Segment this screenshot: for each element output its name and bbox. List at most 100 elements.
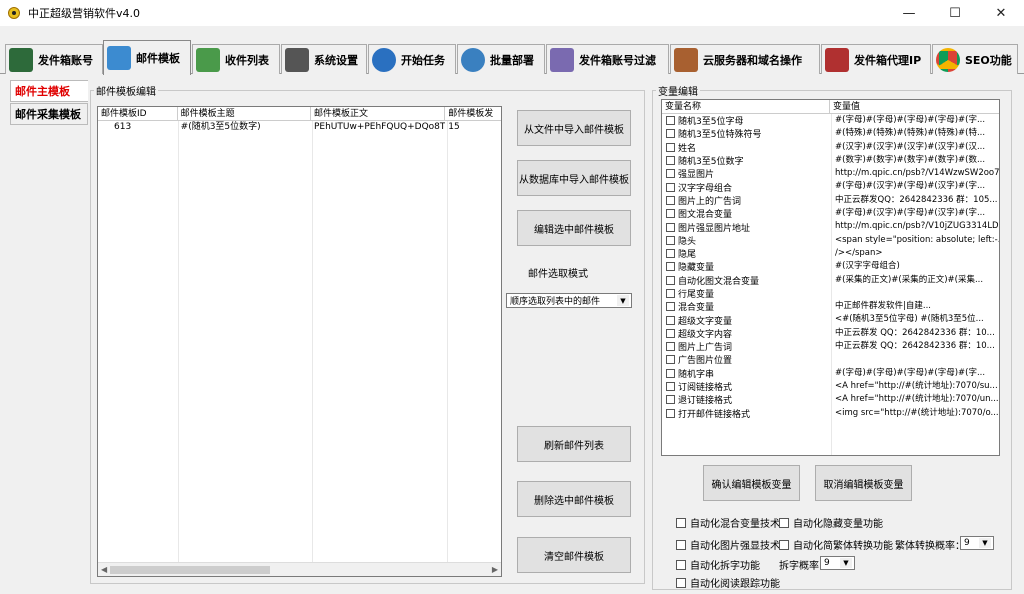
scrollbar-thumb[interactable] (110, 566, 270, 574)
horizontal-scrollbar[interactable]: ◀ ▶ (98, 562, 501, 576)
template-list[interactable]: 邮件模板ID 邮件模板主题 邮件模板正文 邮件模板发 613 #(随机3至5位数… (97, 106, 502, 577)
row-checkbox[interactable] (666, 315, 675, 325)
variable-name: 图文混合变量 (678, 210, 733, 221)
tab-seo[interactable]: SEO功能 (932, 44, 1018, 74)
row-checkbox[interactable] (666, 262, 675, 272)
edit-selected-template-button[interactable]: 编辑选中邮件模板 (517, 210, 631, 246)
row-checkbox[interactable] (666, 129, 675, 139)
row-checkbox[interactable] (666, 355, 675, 365)
scroll-left-icon[interactable]: ◀ (101, 565, 107, 574)
row-checkbox[interactable] (666, 182, 675, 192)
variable-value: #(汉字字母组合) (835, 261, 900, 272)
tab-sender-filter[interactable]: 发件箱账号过滤 (546, 44, 669, 74)
tab-cloud-server-domain[interactable]: 云服务器和域名操作 (670, 44, 820, 74)
auto-hide-checkbox[interactable]: 自动化隐藏变量功能 (779, 515, 883, 530)
variable-value: #(字母)#(字母)#(字母)#(字母)#(字... (835, 115, 986, 125)
variable-name: 混合变量 (678, 303, 715, 314)
tab-batch-deploy[interactable]: 批量部署 (457, 44, 545, 74)
auto-split-checkbox[interactable]: 自动化拆字功能 (676, 557, 760, 572)
window-title: 中正超级营销软件v4.0 (28, 7, 141, 20)
table-row[interactable]: 613 #(随机3至5位数字) PEhUTUw+PEhFQUQ+DQo8TU..… (98, 121, 501, 134)
close-button[interactable]: ✕ (978, 0, 1024, 26)
column-header[interactable]: 变量值 (830, 100, 999, 113)
variable-name: 超级文字内容 (678, 329, 733, 340)
side-tab-main-template[interactable]: 邮件主模板 (10, 80, 88, 102)
side-tab-collect-template[interactable]: 邮件采集模板 (10, 103, 88, 125)
tab-sender-proxy-ip[interactable]: 发件箱代理IP (821, 44, 931, 74)
variable-list-header: 变量名称 变量值 (662, 100, 999, 114)
chevron-down-icon: ▼ (979, 538, 991, 548)
scroll-right-icon[interactable]: ▶ (492, 565, 498, 574)
column-header[interactable]: 邮件模板ID (98, 107, 178, 120)
row-checkbox[interactable] (666, 382, 675, 392)
row-checkbox[interactable] (666, 209, 675, 219)
variable-name: 自动化图文混合变量 (678, 276, 760, 287)
row-checkbox[interactable] (666, 368, 675, 378)
variable-value: http://m.qpic.cn/psb?/V14WzwSW2oo7... (835, 168, 999, 179)
variable-edit-group-label: 变量编辑 (656, 83, 700, 98)
tab-start-task[interactable]: 开始任务 (368, 44, 456, 74)
column-header[interactable]: 邮件模板正文 (311, 107, 446, 120)
variable-name: 强显图片 (678, 170, 715, 181)
variable-value: <#(随机3至5位字母) #(随机3至5位... (835, 314, 984, 325)
select-mode-dropdown[interactable]: 顺序选取列表中的邮件 ▼ (506, 293, 632, 308)
download-folder-icon (196, 47, 220, 72)
refresh-list-button[interactable]: 刷新邮件列表 (517, 426, 631, 462)
template-edit-group-label: 邮件模板编辑 (94, 83, 158, 98)
split-rate-select[interactable]: 9 ▼ (820, 556, 855, 570)
row-checkbox[interactable] (666, 169, 675, 179)
auto-img-checkbox[interactable]: 自动化图片强显技术 (676, 537, 780, 552)
import-from-db-button[interactable]: 从数据库中导入邮件模板 (517, 160, 631, 196)
row-checkbox[interactable] (666, 142, 675, 152)
row-checkbox[interactable] (666, 275, 675, 285)
tab-sender-accounts[interactable]: 发件箱账号 (5, 44, 103, 74)
clear-templates-button[interactable]: 清空邮件模板 (517, 537, 631, 573)
row-checkbox[interactable] (666, 249, 675, 259)
variable-value (831, 287, 999, 300)
variable-name: 广告图片位置 (678, 356, 733, 367)
tab-recipient-list[interactable]: 收件列表 (192, 44, 280, 74)
auto-track-checkbox[interactable]: 自动化阅读跟踪功能 (676, 575, 780, 590)
row-checkbox[interactable] (666, 116, 675, 126)
maximize-button[interactable]: ☐ (932, 0, 978, 26)
variable-value: #(数字)#(数字)#(数字)#(数字)#(数... (835, 154, 986, 165)
column-header[interactable]: 变量名称 (662, 100, 830, 113)
delete-selected-template-button[interactable]: 删除选中邮件模板 (517, 481, 631, 517)
tab-mail-template[interactable]: 邮件模板 (103, 40, 191, 75)
row-checkbox[interactable] (666, 302, 675, 312)
proxy-icon (825, 47, 849, 72)
row-checkbox[interactable] (666, 195, 675, 205)
import-from-file-button[interactable]: 从文件中导入邮件模板 (517, 110, 631, 146)
row-checkbox[interactable] (666, 289, 675, 298)
variable-list[interactable]: 变量名称 变量值 随机3至5位字母 #(字母)#(字母)#(字母)#(字母)#(字… (661, 99, 1000, 456)
select-mode-label: 邮件选取模式 (528, 269, 588, 280)
minimize-button[interactable]: — (886, 0, 932, 26)
table-cell: #(随机3至5位数字) (180, 122, 261, 132)
trad-rate-select[interactable]: 9 ▼ (960, 536, 994, 550)
variable-value: <A href="http://#(统计地址):7070/su... (835, 380, 998, 391)
table-cell: 15 (448, 122, 460, 132)
trad-rate-label: 繁体转换概率： (895, 541, 965, 552)
column-header[interactable]: 邮件模板发 (445, 107, 501, 120)
variable-value: <A href="http://#(统计地址):7070/un... (835, 394, 999, 405)
variable-name: 随机3至5位特殊符号 (678, 130, 762, 141)
row-checkbox[interactable] (666, 408, 675, 418)
confirm-variables-button[interactable]: 确认编辑模板变量 (703, 465, 800, 501)
variable-name: 随机3至5位数字 (678, 157, 744, 168)
column-header[interactable]: 邮件模板主题 (178, 107, 311, 120)
variable-value: http://m.qpic.cn/psb?/V10jZUG3314LDz... (835, 221, 999, 232)
tab-system-settings[interactable]: 系统设置 (281, 44, 367, 74)
variable-name: 图片上的广告词 (678, 196, 742, 207)
variable-name: 图片强显图片地址 (678, 223, 751, 234)
cancel-variables-button[interactable]: 取消编辑模板变量 (815, 465, 912, 501)
variable-value: #(字母)#(汉字)#(字母)#(汉字)#(字... (835, 181, 986, 192)
row-checkbox[interactable] (666, 156, 675, 166)
row-checkbox[interactable] (666, 342, 675, 352)
chrome-icon (936, 47, 960, 72)
auto-mix-checkbox[interactable]: 自动化混合变量技术 (676, 515, 780, 530)
row-checkbox[interactable] (666, 328, 675, 338)
row-checkbox[interactable] (666, 395, 675, 405)
auto-trad-checkbox[interactable]: 自动化简繁体转换功能 繁体转换概率： (779, 537, 965, 552)
row-checkbox[interactable] (666, 222, 675, 232)
row-checkbox[interactable] (666, 235, 675, 245)
